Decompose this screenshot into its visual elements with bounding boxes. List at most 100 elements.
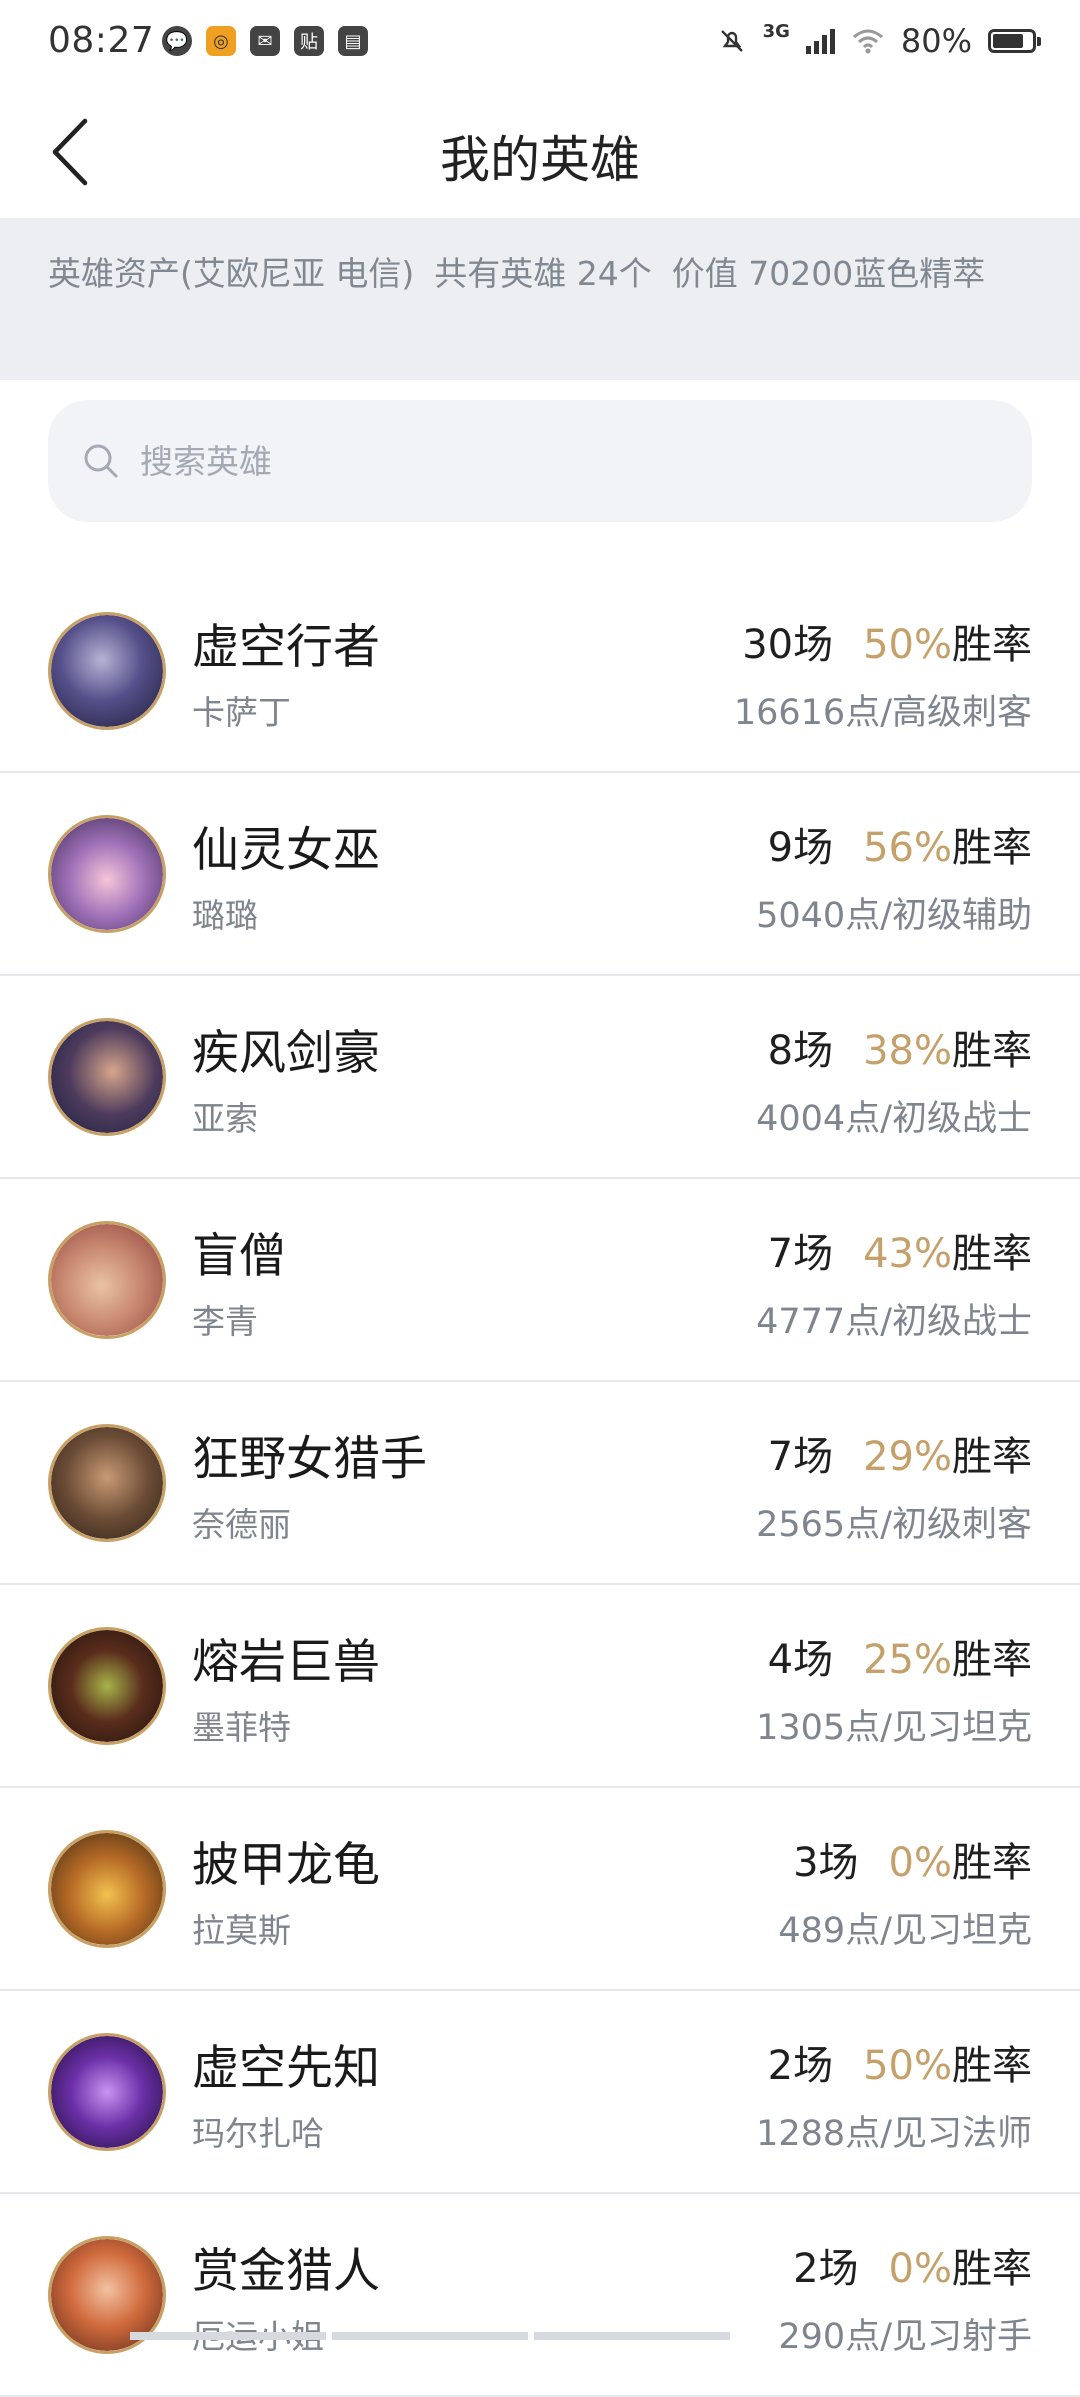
hero-stats: 8场 38% 胜率	[768, 1018, 1032, 1076]
hero-row[interactable]: 披甲龙龟 拉莫斯 3场 0% 胜率 489点/见习坦克	[0, 1788, 1080, 1991]
battery-icon	[988, 29, 1041, 53]
win-rate-label: 胜率	[952, 1840, 1032, 1886]
battery-percent: 80%	[900, 22, 972, 60]
search-input[interactable]	[138, 440, 942, 482]
hero-row[interactable]: 熔岩巨兽 墨菲特 4场 25% 胜率 1305点/见习坦克	[0, 1585, 1080, 1788]
hero-row[interactable]: 赏金猎人 厄运小姐 2场 0% 胜率 290点/见习射手	[0, 2194, 1080, 2397]
hero-avatar	[48, 612, 166, 730]
win-rate: 0%	[888, 2246, 952, 2292]
games-played: 4场	[767, 1637, 834, 1683]
hero-stats: 7场 43% 胜率	[768, 1221, 1032, 1279]
win-rate: 25%	[863, 1637, 952, 1683]
tieba-icon: 贴	[294, 26, 324, 56]
hero-row[interactable]: 疾风剑豪 亚索 8场 38% 胜率 4004点/初级战士	[0, 976, 1080, 1179]
hero-avatar	[48, 1221, 166, 1339]
games-played: 30场	[742, 622, 834, 668]
hero-points: 5040点/初级辅助	[756, 896, 1032, 936]
hero-points: 489点/见习坦克	[778, 1911, 1032, 1951]
hero-points: 1305点/见习坦克	[756, 1708, 1032, 1748]
win-rate-label: 胜率	[952, 1231, 1032, 1277]
win-rate: 29%	[863, 1434, 952, 1480]
hero-avatar	[48, 2033, 166, 2151]
hero-points: 16616点/高级刺客	[733, 693, 1032, 733]
hero-stats: 2场 50% 胜率	[768, 2033, 1032, 2091]
hero-champion-name: 拉莫斯	[192, 1911, 291, 1950]
hero-avatar	[48, 815, 166, 933]
game-icon: ◎	[206, 26, 236, 56]
hero-row[interactable]: 狂野女猎手 奈德丽 7场 29% 胜率 2565点/初级刺客	[0, 1382, 1080, 1585]
mail-icon: ✉	[250, 26, 280, 56]
hero-stats: 7场 29% 胜率	[768, 1424, 1032, 1482]
assets-value: 价值 70200蓝色精萃	[671, 254, 986, 293]
hero-stats: 9场 56% 胜率	[768, 815, 1032, 873]
hero-stats: 4场 25% 胜率	[768, 1627, 1032, 1685]
hero-champion-name: 亚索	[192, 1099, 258, 1138]
games-played: 9场	[767, 825, 834, 871]
games-played: 7场	[767, 1434, 834, 1480]
hero-list: 虚空行者 卡萨丁 30场 50% 胜率 16616点/高级刺客 仙灵女巫 璐璐 …	[0, 570, 1080, 2397]
chat-icon: 💬	[162, 26, 192, 56]
hero-champion-name: 玛尔扎哈	[192, 2114, 324, 2153]
scroll-indicator	[130, 2332, 730, 2340]
search-icon	[84, 444, 118, 478]
hero-name: 虚空行者	[192, 620, 380, 675]
win-rate-label: 胜率	[952, 1434, 1032, 1480]
hero-points: 4777点/初级战士	[756, 1302, 1032, 1342]
hero-points: 1288点/见习法师	[756, 2114, 1032, 2154]
hero-name: 疾风剑豪	[192, 1026, 380, 1081]
win-rate-label: 胜率	[952, 2246, 1032, 2292]
games-played: 3场	[793, 1840, 859, 1886]
win-rate: 50%	[863, 622, 952, 668]
hero-points: 4004点/初级战士	[756, 1099, 1032, 1139]
win-rate: 43%	[863, 1231, 952, 1277]
hero-stats: 3场 0% 胜率	[793, 1830, 1032, 1888]
hero-row[interactable]: 虚空行者 卡萨丁 30场 50% 胜率 16616点/高级刺客	[0, 570, 1080, 773]
hero-row[interactable]: 盲僧 李青 7场 43% 胜率 4777点/初级战士	[0, 1179, 1080, 1382]
hero-stats: 30场 50% 胜率	[742, 612, 1032, 670]
hero-champion-name: 李青	[192, 1302, 258, 1341]
win-rate: 56%	[863, 825, 952, 871]
hero-avatar	[48, 1424, 166, 1542]
hero-name: 虚空先知	[192, 2041, 380, 2096]
hero-avatar	[48, 1627, 166, 1745]
games-played: 7场	[767, 1231, 834, 1277]
win-rate: 50%	[863, 2043, 952, 2089]
hero-champion-name: 卡萨丁	[192, 693, 291, 732]
hero-count: 共有英雄 24个	[434, 254, 652, 293]
signal-icon	[805, 28, 835, 54]
mute-icon	[720, 30, 743, 52]
win-rate-label: 胜率	[952, 1028, 1032, 1074]
notification-icons: 💬 ◎ ✉ 贴 ▤	[162, 26, 368, 56]
status-right: 3G 80%	[717, 20, 1041, 60]
win-rate: 0%	[888, 1840, 952, 1886]
hero-stats: 2场 0% 胜率	[793, 2236, 1032, 2294]
hero-avatar	[48, 1830, 166, 1948]
app-header: 我的英雄	[0, 84, 1080, 218]
hero-points: 2565点/初级刺客	[756, 1505, 1032, 1545]
win-rate-label: 胜率	[952, 2043, 1032, 2089]
assets-label: 英雄资产(艾欧尼亚 电信)	[48, 254, 415, 293]
hero-champion-name: 奈德丽	[192, 1505, 291, 1544]
book-icon: ▤	[338, 26, 368, 56]
hero-row[interactable]: 仙灵女巫 璐璐 9场 56% 胜率 5040点/初级辅助	[0, 773, 1080, 976]
network-type: 3G	[762, 20, 790, 42]
status-bar: 08:27 💬 ◎ ✉ 贴 ▤ 3G 80%	[0, 0, 1080, 84]
hero-name: 仙灵女巫	[192, 823, 380, 878]
games-played: 2场	[793, 2246, 859, 2292]
hero-name: 披甲龙龟	[192, 1838, 380, 1893]
games-played: 2场	[767, 2043, 834, 2089]
games-played: 8场	[767, 1028, 834, 1074]
search-bar[interactable]	[48, 400, 1032, 522]
wifi-icon	[852, 29, 883, 54]
hero-assets-summary: 英雄资产(艾欧尼亚 电信) 共有英雄 24个 价值 70200蓝色精萃	[0, 218, 1080, 380]
hero-row[interactable]: 虚空先知 玛尔扎哈 2场 50% 胜率 1288点/见习法师	[0, 1991, 1080, 2194]
win-rate: 38%	[863, 1028, 952, 1074]
win-rate-label: 胜率	[952, 622, 1032, 668]
hero-name: 狂野女猎手	[192, 1432, 427, 1487]
hero-points: 290点/见习射手	[778, 2317, 1032, 2357]
page-title: 我的英雄	[440, 131, 640, 189]
hero-champion-name: 墨菲特	[192, 1708, 291, 1747]
win-rate-label: 胜率	[952, 825, 1032, 871]
hero-champion-name: 璐璐	[192, 896, 258, 935]
hero-avatar	[48, 1018, 166, 1136]
